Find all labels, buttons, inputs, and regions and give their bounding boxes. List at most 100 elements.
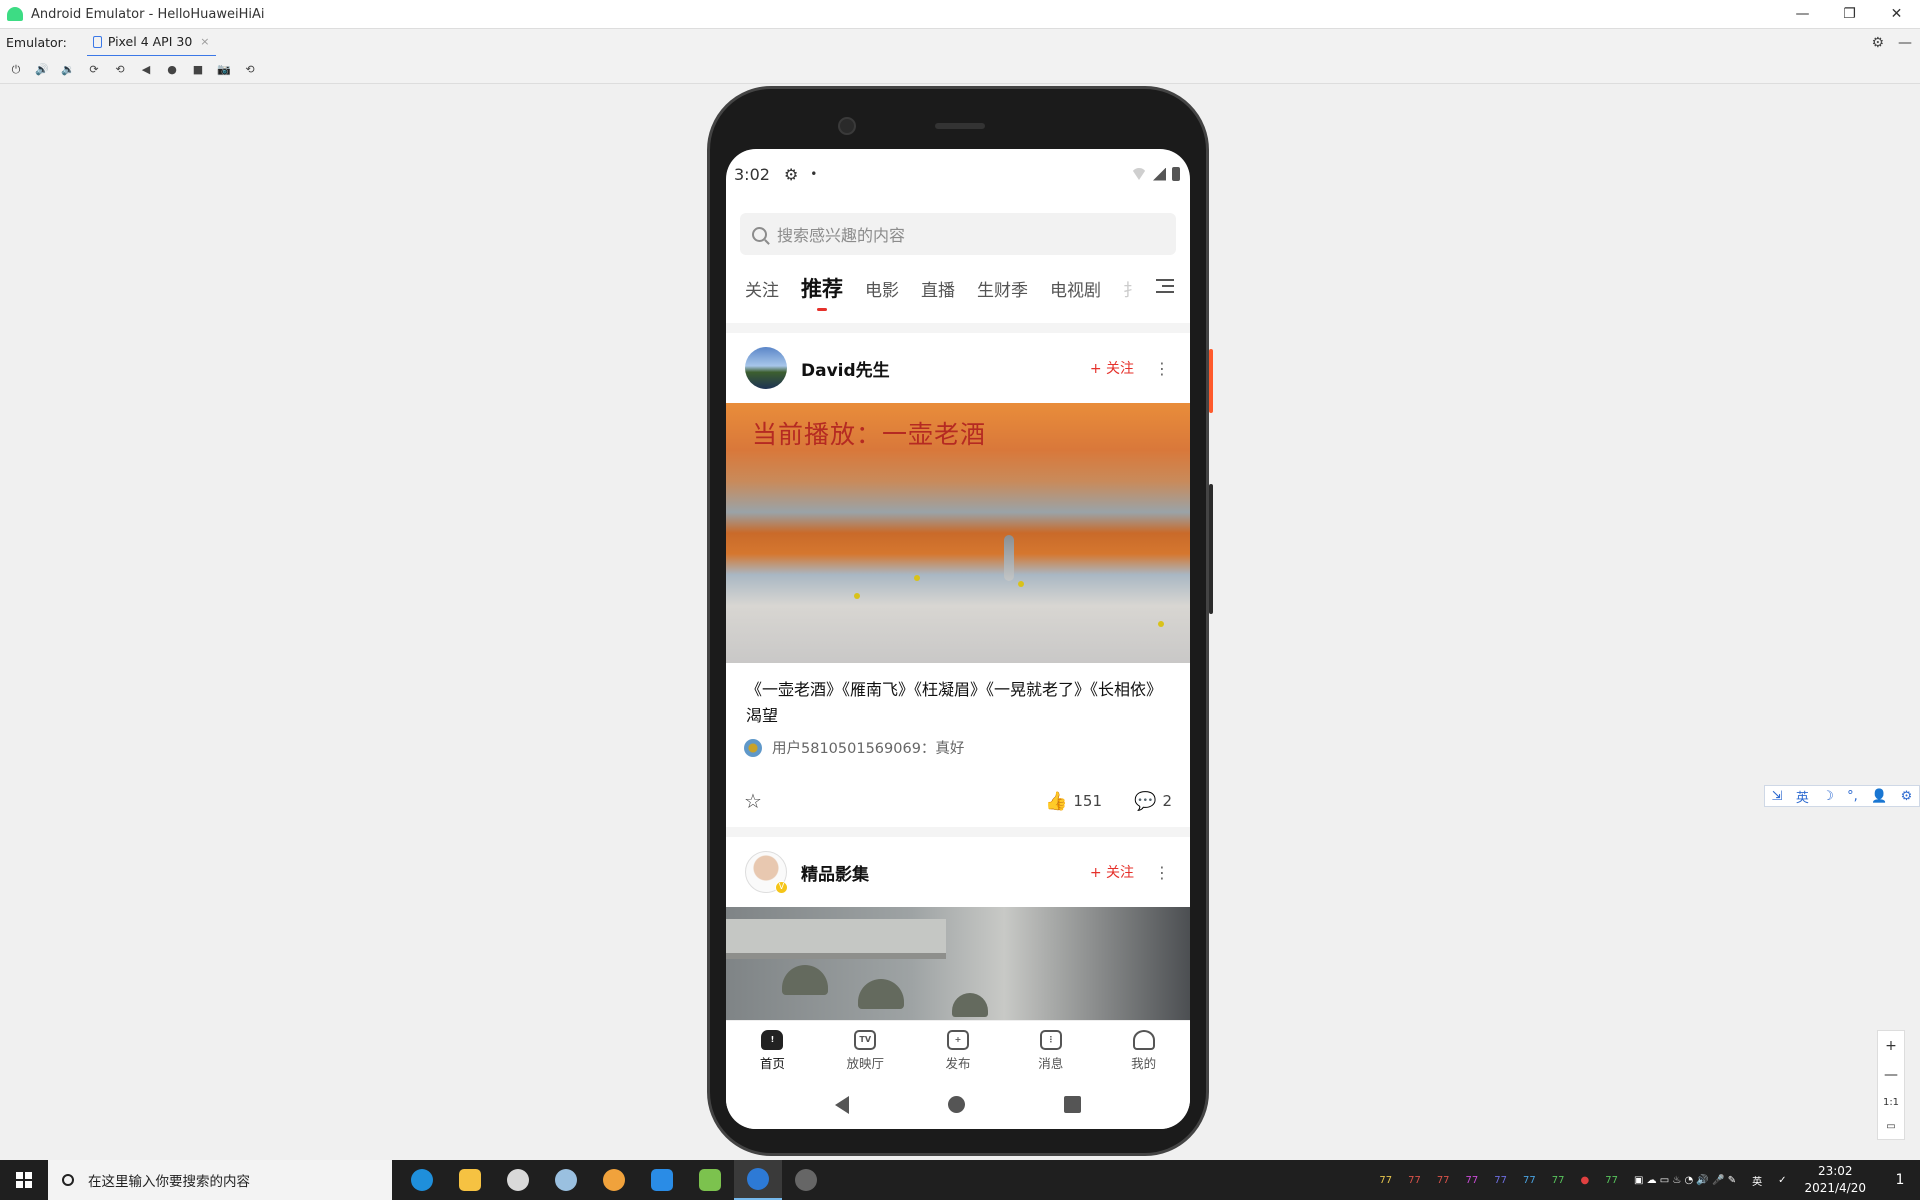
tray-counter[interactable]: 77 (1408, 1175, 1421, 1186)
feed-list[interactable]: David先生 + 关注 ⋮ 当前播放：一壶老酒 《一壶老酒》《雁南飞》《枉凝眉… (726, 323, 1190, 1020)
nav-messages-label: 消息 (1038, 1055, 1064, 1071)
collapse-icon[interactable]: — (1898, 35, 1912, 51)
like-button[interactable]: 👍 151 (1045, 791, 1102, 812)
nav-home[interactable]: ! 首页 (726, 1021, 819, 1080)
message-icon: ⋮ (1039, 1029, 1062, 1050)
overview-icon[interactable]: ■ (190, 62, 206, 78)
wifi-icon (1131, 168, 1147, 180)
volume-down-icon[interactable]: 🔉 (60, 62, 76, 78)
earpiece-speaker (935, 123, 985, 129)
tray-counter[interactable]: 77 (1379, 1175, 1392, 1186)
record-icon[interactable]: ● (1580, 1175, 1589, 1186)
device-tab[interactable]: Pixel 4 API 30 × (86, 29, 216, 57)
comment-button[interactable]: 💬 2 (1134, 791, 1172, 812)
home-circle-icon[interactable] (947, 1096, 965, 1113)
tab-follow[interactable]: 关注 (745, 276, 779, 301)
more-icon[interactable]: ⋮ (1154, 863, 1170, 882)
tab-close-icon[interactable]: × (200, 35, 209, 48)
rotate-left-icon[interactable]: ⟳ (86, 62, 102, 78)
settings-icon[interactable]: ⚙ (1871, 35, 1884, 51)
ime-language-toggle[interactable]: 英 (1796, 787, 1809, 806)
post-title[interactable]: 《一壶老酒》《雁南飞》《枉凝眉》《一晃就老了》《长相依》渴望 (726, 663, 1190, 729)
home-icon[interactable]: ● (164, 62, 180, 78)
follow-button[interactable]: + 关注 (1090, 862, 1134, 882)
tool-app[interactable] (590, 1160, 638, 1200)
nav-profile[interactable]: 我的 (1097, 1021, 1190, 1080)
channel-menu-icon[interactable] (1156, 279, 1174, 295)
zoom-fit-button[interactable]: ▭ (1886, 1121, 1895, 1132)
notification-center-button[interactable]: 1 (1880, 1160, 1920, 1200)
snapshot-icon[interactable]: ⟲ (242, 62, 258, 78)
card-header: David先生 + 关注 ⋮ (726, 333, 1190, 403)
nav-publish[interactable]: + 发布 (912, 1021, 1005, 1080)
tray-counter[interactable]: 77 (1605, 1175, 1618, 1186)
follow-button[interactable]: + 关注 (1090, 358, 1134, 378)
power-icon[interactable]: ⏻ (8, 62, 24, 78)
tab-wealth-season[interactable]: 生财季 (977, 276, 1028, 301)
palette-icon (555, 1169, 577, 1191)
author-name[interactable]: David先生 (801, 356, 890, 381)
back-triangle-icon[interactable] (835, 1095, 850, 1114)
video-thumbnail[interactable] (726, 907, 1190, 1020)
author-name[interactable]: 精品影集 (801, 860, 869, 885)
power-side-button[interactable] (1209, 349, 1213, 413)
tv-icon: TV (854, 1029, 877, 1050)
ime-expand-icon[interactable]: ⇲ (1772, 789, 1783, 804)
flower-mark (1158, 621, 1164, 627)
paint-app[interactable] (542, 1160, 590, 1200)
zoom-out-button[interactable]: — (1884, 1067, 1898, 1083)
nav-messages[interactable]: ⋮ 消息 (1004, 1021, 1097, 1080)
tray-counter[interactable]: 77 (1437, 1175, 1450, 1186)
back-icon[interactable]: ◀ (138, 62, 154, 78)
tab-partial[interactable]: 扌 (1123, 276, 1140, 301)
start-button[interactable] (0, 1160, 48, 1200)
volume-up-icon[interactable]: 🔊 (34, 62, 50, 78)
zoom-in-button[interactable]: + (1885, 1038, 1897, 1054)
feed-card[interactable]: David先生 + 关注 ⋮ 当前播放：一壶老酒 《一壶老酒》《雁南飞》《枉凝眉… (726, 333, 1190, 827)
profile-icon (1132, 1029, 1155, 1050)
notepad-app[interactable] (686, 1160, 734, 1200)
tray-counter[interactable]: 77 (1466, 1175, 1479, 1186)
tab-tv-series[interactable]: 电视剧 (1050, 276, 1101, 301)
tray-counter[interactable]: 77 (1523, 1175, 1536, 1186)
edge-app[interactable] (398, 1160, 446, 1200)
taskbar-clock[interactable]: 23:02 2021/4/20 (1804, 1163, 1866, 1197)
minimize-button[interactable]: — (1779, 0, 1826, 28)
tab-movie[interactable]: 电影 (865, 276, 899, 301)
feed-card[interactable]: V 精品影集 + 关注 ⋮ (726, 837, 1190, 1020)
tab-live[interactable]: 直播 (921, 276, 955, 301)
recorder-app[interactable] (782, 1160, 830, 1200)
punctuation-icon[interactable]: °, (1847, 789, 1858, 804)
video-thumbnail[interactable]: 当前播放：一壶老酒 (726, 403, 1190, 663)
camera-icon[interactable]: 📷 (216, 62, 232, 78)
tray-app-icons[interactable]: ▣ ☁ ▭ ♨ ◔ 🔊 🎤 ✎ (1634, 1175, 1736, 1186)
close-button[interactable]: ✕ (1873, 0, 1920, 28)
restore-button[interactable]: ❐ (1826, 0, 1873, 28)
avatar[interactable]: V (745, 851, 788, 894)
input-method-icon[interactable]: ✓ (1778, 1175, 1786, 1186)
tray-counter[interactable]: 77 (1494, 1175, 1507, 1186)
rotate-right-icon[interactable]: ⟲ (112, 62, 128, 78)
recents-square-icon[interactable] (1063, 1096, 1081, 1113)
input-language-indicator[interactable]: 英 (1752, 1173, 1762, 1188)
volume-side-button[interactable] (1209, 484, 1213, 614)
top-comment[interactable]: 用户5810501569069：真好 (726, 729, 1190, 758)
tray-counter[interactable]: 77 (1552, 1175, 1565, 1186)
taskbar-search-input[interactable]: 在这里输入你要搜索的内容 (48, 1160, 392, 1200)
zoom-actual-size-button[interactable]: 1:1 (1883, 1097, 1899, 1108)
moon-icon[interactable]: ☽ (1822, 789, 1834, 804)
clock-app[interactable] (494, 1160, 542, 1200)
file-explorer-app[interactable] (446, 1160, 494, 1200)
ime-settings-icon[interactable]: ⚙ (1901, 789, 1913, 804)
taskbar-search-icon (62, 1174, 74, 1186)
favorite-star-icon[interactable]: ☆ (744, 789, 762, 813)
android-studio-app[interactable] (734, 1160, 782, 1200)
more-icon[interactable]: ⋮ (1154, 359, 1170, 378)
nav-theater[interactable]: TV 放映厅 (819, 1021, 912, 1080)
vscode-app[interactable] (638, 1160, 686, 1200)
search-input[interactable]: 搜索感兴趣的内容 (740, 213, 1176, 255)
emulator-label: Emulator: (6, 35, 67, 50)
user-icon[interactable]: 👤 (1871, 789, 1887, 804)
avatar[interactable] (745, 347, 787, 389)
tab-recommend[interactable]: 推荐 (801, 273, 843, 303)
